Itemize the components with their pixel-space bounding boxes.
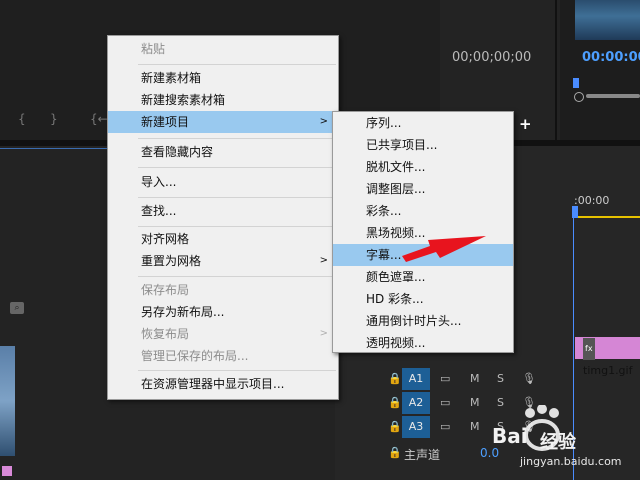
submenu-item-hd-bars[interactable]: HD 彩条... <box>333 288 513 310</box>
audio-track-row: 🔒 A1 ▭ M S 🎙 <box>340 368 573 392</box>
program-timecode[interactable]: 00:00:00 <box>582 50 640 65</box>
menu-item-manage-layouts: 管理已保存的布局... <box>141 349 249 363</box>
add-button-icon[interactable]: + <box>519 115 532 133</box>
menu-item-align-grid[interactable]: 对齐网格 <box>108 228 338 250</box>
menu-item-new-bin[interactable]: 新建素材箱 <box>108 67 338 89</box>
menu-item-label: 重置为网格 <box>141 254 202 268</box>
menu-separator <box>138 64 336 65</box>
menu-separator <box>138 197 336 198</box>
track-name[interactable]: A1 <box>402 368 430 390</box>
submenu-item-bars[interactable]: 彩条... <box>333 200 513 222</box>
menu-item-label: 恢复布局 <box>141 327 190 341</box>
work-area-bar[interactable] <box>578 216 640 218</box>
chevron-right-icon: > <box>319 328 328 339</box>
menu-separator <box>138 370 336 371</box>
watermark-brand-cn: 经验 <box>540 432 576 453</box>
menu-item-new-search-bin[interactable]: 新建搜索素材箱 <box>108 89 338 111</box>
media-thumbnail[interactable] <box>0 346 15 456</box>
search-icon[interactable]: ⌕ <box>10 302 24 314</box>
go-to-in-icon[interactable]: {← <box>90 112 108 126</box>
chevron-right-icon: > <box>319 116 328 127</box>
menu-item-restore-layout: 恢复布局 > <box>108 323 338 345</box>
annotation-arrow-icon <box>402 236 486 262</box>
mark-out-icon[interactable]: } <box>50 112 58 126</box>
menu-separator <box>138 138 336 139</box>
zoom-scrollbar[interactable] <box>586 94 640 98</box>
lock-icon[interactable]: 🔒 <box>388 420 402 433</box>
mute-button[interactable]: M <box>470 372 480 385</box>
submenu-item-transparent-video[interactable]: 透明视频... <box>333 332 513 354</box>
menu-item-label: 新建项目 <box>141 115 190 129</box>
time-ruler-label: :00:00 <box>574 194 610 207</box>
chevron-right-icon: > <box>319 255 328 266</box>
menu-item-reset-grid[interactable]: 重置为网格 > <box>108 250 338 272</box>
watermark-brand: Bai <box>492 424 528 448</box>
program-preview-thumbnail <box>575 0 640 40</box>
menu-separator <box>138 167 336 168</box>
lock-icon[interactable]: 🔒 <box>388 372 402 385</box>
microphone-icon[interactable]: 🎙 <box>522 372 536 385</box>
track-name[interactable]: A3 <box>402 416 430 438</box>
context-menu: 粘贴 新建素材箱 新建搜索素材箱 新建项目 > 查看隐藏内容 导入... 查找..… <box>107 35 339 400</box>
sync-icon[interactable]: ▭ <box>440 396 450 409</box>
menu-separator <box>138 276 336 277</box>
menu-item-show-in-explorer[interactable]: 在资源管理器中显示项目... <box>108 373 338 395</box>
menu-item-new-item[interactable]: 新建项目 > <box>108 111 338 133</box>
sync-icon[interactable]: ▭ <box>440 372 450 385</box>
menu-item-paste: 粘贴 <box>141 42 166 56</box>
submenu-item-countdown[interactable]: 通用倒计时片头... <box>333 310 513 332</box>
mark-in-icon[interactable]: { <box>18 112 26 126</box>
clip-name: timg1.gif <box>583 364 633 377</box>
new-item-submenu: 序列... 已共享项目... 脱机文件... 调整图层... 彩条... 黑场视… <box>332 111 514 353</box>
submenu-item-offline-file[interactable]: 脱机文件... <box>333 156 513 178</box>
lock-icon[interactable]: 🔒 <box>388 396 402 409</box>
master-track-label: 主声道 <box>404 448 441 462</box>
submenu-item-sequence[interactable]: 序列... <box>333 112 513 134</box>
menu-item-import[interactable]: 导入... <box>108 171 338 193</box>
marker-circle-icon[interactable] <box>574 92 584 102</box>
lock-icon[interactable]: 🔒 <box>388 446 402 459</box>
submenu-item-color-matte[interactable]: 颜色遮罩... <box>333 266 513 288</box>
source-timecode[interactable]: 00;00;00;00 <box>452 50 531 65</box>
label-color-chip <box>2 466 12 476</box>
track-name[interactable]: A2 <box>402 392 430 414</box>
timeline-clip[interactable]: fx timg1.gif <box>575 337 640 377</box>
watermark-url: jingyan.baidu.com <box>520 455 622 468</box>
menu-item-find[interactable]: 查找... <box>108 200 338 222</box>
fx-badge-icon: fx <box>583 338 595 360</box>
submenu-item-adjustment-layer[interactable]: 调整图层... <box>333 178 513 200</box>
menu-item-view-hidden[interactable]: 查看隐藏内容 <box>108 141 338 163</box>
menu-separator <box>138 226 336 227</box>
sync-icon[interactable]: ▭ <box>440 420 450 433</box>
solo-button[interactable]: S <box>497 372 504 385</box>
menu-item-save-new-layout[interactable]: 另存为新布局... <box>108 301 338 323</box>
playhead-marker-icon[interactable] <box>573 78 579 88</box>
submenu-item-shared-project[interactable]: 已共享项目... <box>333 134 513 156</box>
menu-item-save-layout: 保存布局 <box>141 283 190 297</box>
